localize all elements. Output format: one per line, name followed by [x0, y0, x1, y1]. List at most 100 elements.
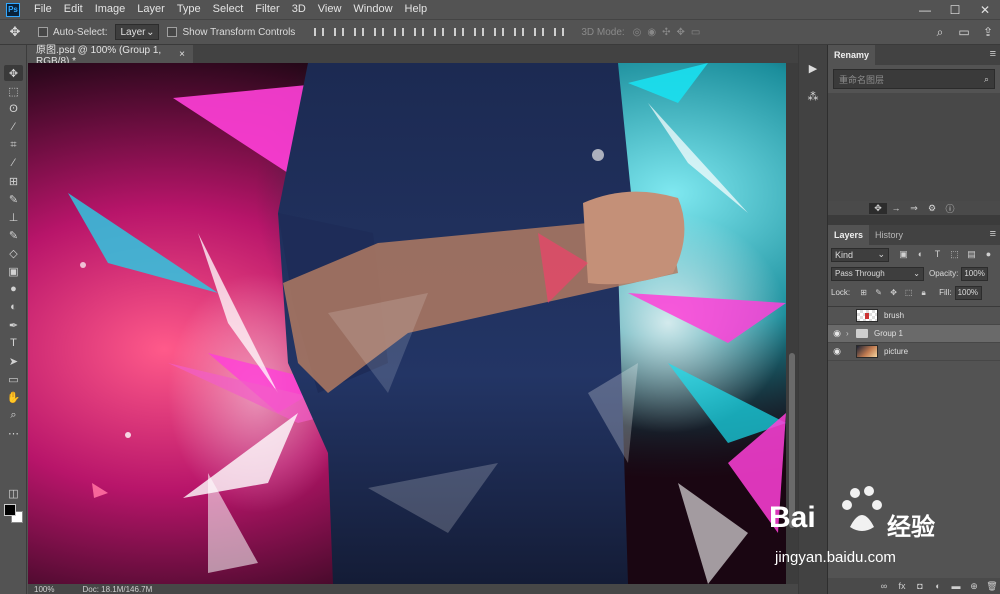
new-layer-icon[interactable]: ⊕ — [965, 581, 983, 592]
share-icon[interactable]: ⇪ — [976, 25, 1000, 39]
filter-smart-icon[interactable]: ▤ — [963, 249, 980, 260]
rename-input[interactable]: 重命名图层 ⌕ — [833, 69, 995, 89]
more-icon[interactable]: ⋯ — [4, 425, 23, 441]
distribute-right-icon[interactable] — [529, 25, 548, 39]
rectangle-icon[interactable]: ▭ — [4, 371, 23, 387]
distribute-bottom-icon[interactable] — [469, 25, 488, 39]
menu-3d[interactable]: 3D — [286, 0, 312, 19]
magic-wand-icon[interactable]: ⁄ — [4, 119, 23, 135]
blend-mode-dropdown[interactable]: Pass Through ⌄ — [831, 266, 924, 281]
history-brush-icon[interactable]: ✎ — [4, 227, 23, 243]
eye-icon[interactable]: ◉ — [828, 328, 846, 339]
distribute-top-icon[interactable] — [429, 25, 448, 39]
document-canvas[interactable] — [28, 63, 786, 584]
eraser-icon[interactable]: ◇ — [4, 245, 23, 261]
menu-file[interactable]: File — [28, 0, 58, 19]
lock-all-icon[interactable]: 🔒︎ — [916, 288, 931, 298]
panel-menu-icon[interactable]: ≡ — [990, 48, 996, 60]
eyedropper-icon[interactable]: ⁄ — [4, 155, 23, 171]
lock-pixels-icon[interactable]: ✎ — [871, 288, 886, 298]
foreground-color[interactable] — [4, 504, 16, 516]
distribute-left-icon[interactable] — [489, 25, 508, 39]
quick-mask-icon[interactable]: ◫ — [4, 485, 23, 501]
workspace-icon[interactable]: ▭ — [952, 25, 976, 39]
arrow-right-icon[interactable]: → — [887, 203, 905, 213]
filter-toggle-icon[interactable]: ● — [980, 249, 997, 260]
layer-row-picture[interactable]: ◉ picture — [828, 343, 1000, 361]
filter-kind-dropdown[interactable]: Kind ⌄ — [831, 247, 889, 262]
maximize-button[interactable]: ☐ — [940, 3, 970, 17]
align-vcenter-icon[interactable] — [329, 25, 348, 39]
distribute-hcenter-icon[interactable] — [509, 25, 528, 39]
menu-image[interactable]: Image — [89, 0, 132, 19]
layer-row-brush[interactable]: ◉ brush — [828, 307, 1000, 325]
align-top-icon[interactable] — [309, 25, 328, 39]
move-icon[interactable]: ✥ — [4, 65, 23, 81]
menu-type[interactable]: Type — [171, 0, 207, 19]
adjustment-layer-icon[interactable]: ◐ — [929, 581, 947, 591]
path-select-icon[interactable]: ➤ — [4, 353, 23, 369]
filter-adjustment-icon[interactable]: ◐ — [912, 249, 929, 260]
stamp-icon[interactable]: ⊥ — [4, 209, 23, 225]
brush-icon[interactable]: ✎ — [4, 191, 23, 207]
align-hcenter-icon[interactable] — [389, 25, 408, 39]
add-mask-icon[interactable]: ◘ — [911, 581, 929, 591]
close-icon[interactable]: × — [179, 49, 185, 60]
tool-presets-icon[interactable]: ⁂ — [804, 87, 822, 105]
panel-menu-icon[interactable]: ≡ — [990, 228, 996, 240]
zoom-level[interactable]: 100% — [34, 585, 54, 594]
auto-select-target-dropdown[interactable]: Layer ⌄ — [115, 24, 160, 40]
arrow-next-icon[interactable]: ⇒ — [905, 203, 923, 214]
zoom-icon[interactable]: ⌕ — [4, 407, 23, 423]
align-left-icon[interactable] — [369, 25, 388, 39]
eye-icon[interactable]: ◉ — [828, 346, 846, 357]
move-tool-preset-icon[interactable]: ✥ — [0, 24, 30, 40]
gradient-icon[interactable]: ▣ — [4, 263, 23, 279]
lock-transparency-icon[interactable]: ⊞ — [856, 288, 871, 298]
tab-renamy[interactable]: Renamy — [828, 45, 876, 65]
menu-help[interactable]: Help — [399, 0, 434, 19]
rename-mode-icon[interactable]: ✥ — [869, 202, 887, 214]
tab-history[interactable]: History — [869, 225, 909, 245]
healing-icon[interactable]: ⊞ — [4, 173, 23, 189]
distribute-vcenter-icon[interactable] — [449, 25, 468, 39]
marquee-icon[interactable]: ⬚ — [4, 83, 23, 99]
minimize-button[interactable]: — — [910, 3, 940, 17]
fx-icon[interactable]: fx — [893, 581, 911, 591]
menu-filter[interactable]: Filter — [249, 0, 285, 19]
auto-align-icon[interactable] — [549, 25, 568, 39]
auto-select-checkbox[interactable] — [38, 27, 48, 37]
menu-view[interactable]: View — [312, 0, 348, 19]
filter-pixel-icon[interactable]: ▣ — [895, 249, 912, 260]
lock-artboard-icon[interactable]: ⬚ — [901, 288, 916, 298]
show-transform-checkbox[interactable] — [167, 27, 178, 37]
filter-type-icon[interactable]: T — [929, 249, 946, 260]
opacity-input[interactable]: 100% — [961, 266, 989, 281]
hand-icon[interactable]: ✋ — [4, 389, 23, 405]
lock-position-icon[interactable]: ✥ — [886, 288, 901, 298]
type-icon[interactable]: T — [4, 335, 23, 351]
blur-icon[interactable]: ● — [4, 281, 23, 297]
search-icon[interactable]: ⌕ — [928, 25, 952, 40]
close-button[interactable]: ✕ — [970, 3, 1000, 17]
menu-window[interactable]: Window — [347, 0, 398, 19]
visibility-toggle[interactable]: ◉ — [828, 310, 846, 321]
tab-layers[interactable]: Layers — [828, 225, 870, 245]
menu-select[interactable]: Select — [207, 0, 250, 19]
fill-input[interactable]: 100% — [954, 285, 982, 300]
filter-shape-icon[interactable]: ⬚ — [946, 249, 963, 260]
expand-arrow-icon[interactable]: › — [846, 329, 854, 338]
gear-icon[interactable]: ⚙ — [923, 203, 941, 214]
crop-icon[interactable]: ⌗ — [4, 137, 23, 153]
link-layers-icon[interactable]: ∞ — [875, 581, 893, 591]
document-tab[interactable]: 原图.psd @ 100% (Group 1, RGB/8) * × — [28, 45, 193, 67]
layer-row-group-1[interactable]: ◉ › Group 1 — [828, 325, 1000, 343]
dodge-icon[interactable]: ◐ — [4, 299, 23, 315]
play-icon[interactable]: ▶ — [804, 59, 822, 77]
menu-edit[interactable]: Edit — [58, 0, 89, 19]
delete-layer-icon[interactable]: 🗑︎ — [983, 581, 1000, 592]
lasso-icon[interactable]: ʘ — [4, 101, 23, 117]
menu-layer[interactable]: Layer — [131, 0, 171, 19]
info-icon[interactable]: ⓘ — [941, 202, 959, 215]
align-right-icon[interactable] — [409, 25, 428, 39]
